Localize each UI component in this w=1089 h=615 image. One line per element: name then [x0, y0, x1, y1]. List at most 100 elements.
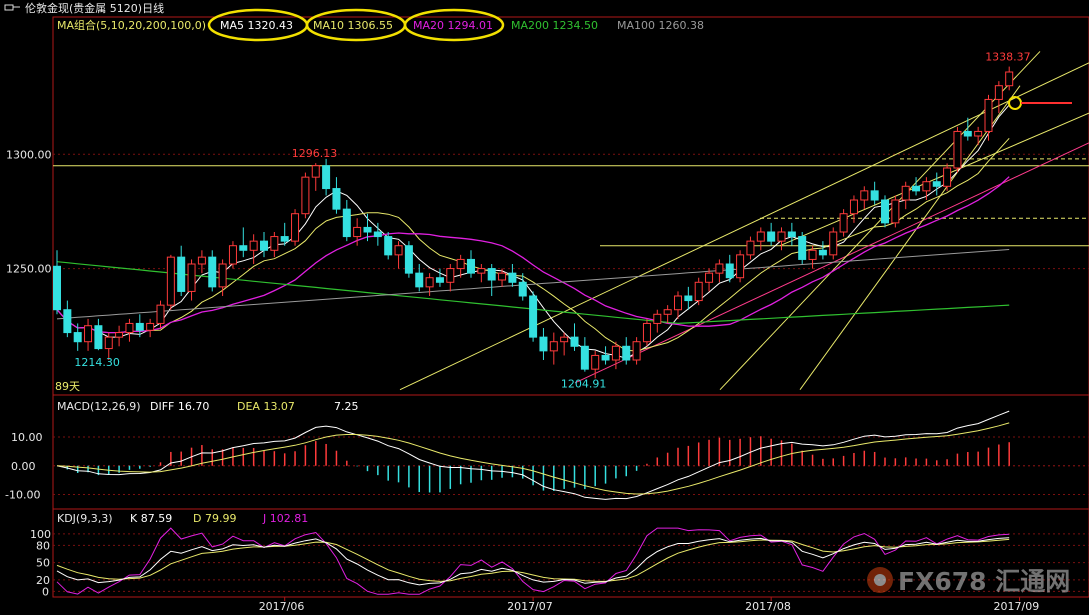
candle-body: [922, 181, 931, 192]
candle-body: [849, 199, 858, 215]
kdj-k: K 87.59: [130, 512, 172, 525]
candle-body: [363, 226, 372, 233]
kdj-layer: [56, 527, 1010, 595]
candle-body: [891, 199, 900, 224]
candle-body: [342, 208, 351, 238]
candle-body: [384, 236, 393, 256]
kdj-tick-label: 80: [36, 539, 50, 552]
macd-diff: DIFF 16.70: [150, 400, 209, 413]
candle-body: [456, 258, 465, 270]
ma100-value: MA100 1260.38: [617, 19, 704, 32]
candle-body: [404, 245, 413, 274]
chart-canvas: 伦敦金现(贵金属 5120)日线 MA组合(5,10,20,200,100,0)…: [0, 0, 1089, 613]
price-annotation: 1214.30: [74, 356, 120, 369]
candle-body: [73, 332, 82, 343]
x-tick-label: 2017/07: [507, 600, 553, 613]
price-annotation: 1296.13: [292, 147, 338, 160]
macd-tick-label: 10.00: [11, 431, 43, 444]
macd-diff-line: [56, 410, 1010, 500]
price-tick-label: 1300.00: [6, 148, 52, 161]
candle-body: [146, 322, 155, 331]
candle-body: [291, 213, 300, 242]
candle-body: [663, 309, 672, 315]
kdj-tick-label: 0: [42, 585, 49, 598]
candle-body: [912, 185, 921, 192]
candle-body: [539, 336, 548, 352]
candle-body: [684, 295, 693, 302]
window-title: 伦敦金现(贵金属 5120)日线: [25, 1, 164, 15]
kdj-tick-label: 50: [36, 557, 50, 570]
candle-body: [435, 277, 444, 283]
candle-body: [725, 263, 734, 279]
candle-body: [84, 325, 93, 343]
candle-body: [529, 295, 538, 338]
watermark: FX678 汇通网: [867, 567, 1070, 596]
price-tick-label: 1250.00: [6, 263, 52, 276]
price-annotation: 1338.37: [985, 51, 1030, 64]
candle-body: [477, 268, 486, 274]
candle-body: [601, 354, 610, 361]
candle-body: [943, 167, 952, 187]
candle-body: [218, 263, 227, 288]
macd-dea: DEA 13.07: [237, 400, 295, 413]
candle-body: [425, 277, 434, 288]
ma20-value: MA20 1294.01: [413, 19, 493, 32]
candle-body: [674, 295, 682, 311]
x-tick-label: 2017/09: [994, 600, 1040, 613]
ma-combo-label: MA组合(5,10,20,200,100,0): [57, 18, 206, 32]
candle-body: [94, 325, 103, 350]
candle-body: [777, 231, 786, 242]
candle-body: [570, 336, 579, 347]
candle-body: [135, 322, 144, 331]
macd-tick-label: -10.00: [5, 489, 40, 502]
candle-body: [974, 130, 983, 137]
macd-label: MACD(12,26,9): [57, 400, 141, 413]
kdj-k-line: [56, 537, 1010, 586]
candle-body: [415, 272, 424, 288]
candle-body: [260, 240, 268, 251]
x-tick-label: 2017/06: [259, 600, 305, 613]
watermark-text: FX678 汇通网: [898, 567, 1070, 596]
candle-body: [767, 231, 776, 242]
candle-body: [508, 272, 517, 283]
candle-body: [311, 165, 320, 178]
candle-body: [580, 345, 589, 370]
candle-body: [715, 263, 724, 274]
candle-body: [901, 185, 910, 201]
candle-body: [166, 256, 175, 306]
candle-body: [280, 236, 289, 242]
candle-body: [818, 249, 827, 256]
candle-body: [228, 245, 237, 265]
candle-body: [446, 268, 455, 283]
candle-body: [518, 281, 527, 297]
candle-body: [787, 231, 796, 238]
candle-body: [394, 245, 403, 256]
candle-body: [756, 231, 765, 242]
candle-body: [1005, 71, 1014, 87]
price-annotation: 1204.91: [561, 378, 607, 391]
candle-body: [746, 240, 755, 256]
candle-body: [881, 199, 889, 224]
candle-body: [808, 249, 817, 260]
candle-body: [467, 258, 475, 274]
candle-body: [622, 345, 631, 361]
candle-body: [984, 98, 993, 132]
candle-body: [270, 236, 279, 251]
kdj-j: J 102.81: [262, 512, 308, 525]
ma200-value: MA200 1234.50: [511, 19, 598, 32]
ma10-value: MA10 1306.55: [313, 19, 393, 32]
candle-body: [249, 240, 258, 251]
candle-body: [353, 226, 362, 238]
candle-body: [156, 304, 165, 324]
candle-body: [839, 213, 848, 233]
candle-layer: [53, 66, 1014, 379]
trendline: [779, 112, 1089, 247]
candle-body: [63, 309, 72, 334]
candle-body: [104, 336, 113, 350]
candle-body: [125, 322, 134, 334]
x-tick-label: 2017/08: [745, 600, 791, 613]
candle-body: [549, 341, 558, 352]
ma5-value: MA5 1320.43: [220, 19, 293, 32]
candle-body: [208, 256, 217, 288]
macd-tick-label: 0.00: [11, 460, 36, 473]
